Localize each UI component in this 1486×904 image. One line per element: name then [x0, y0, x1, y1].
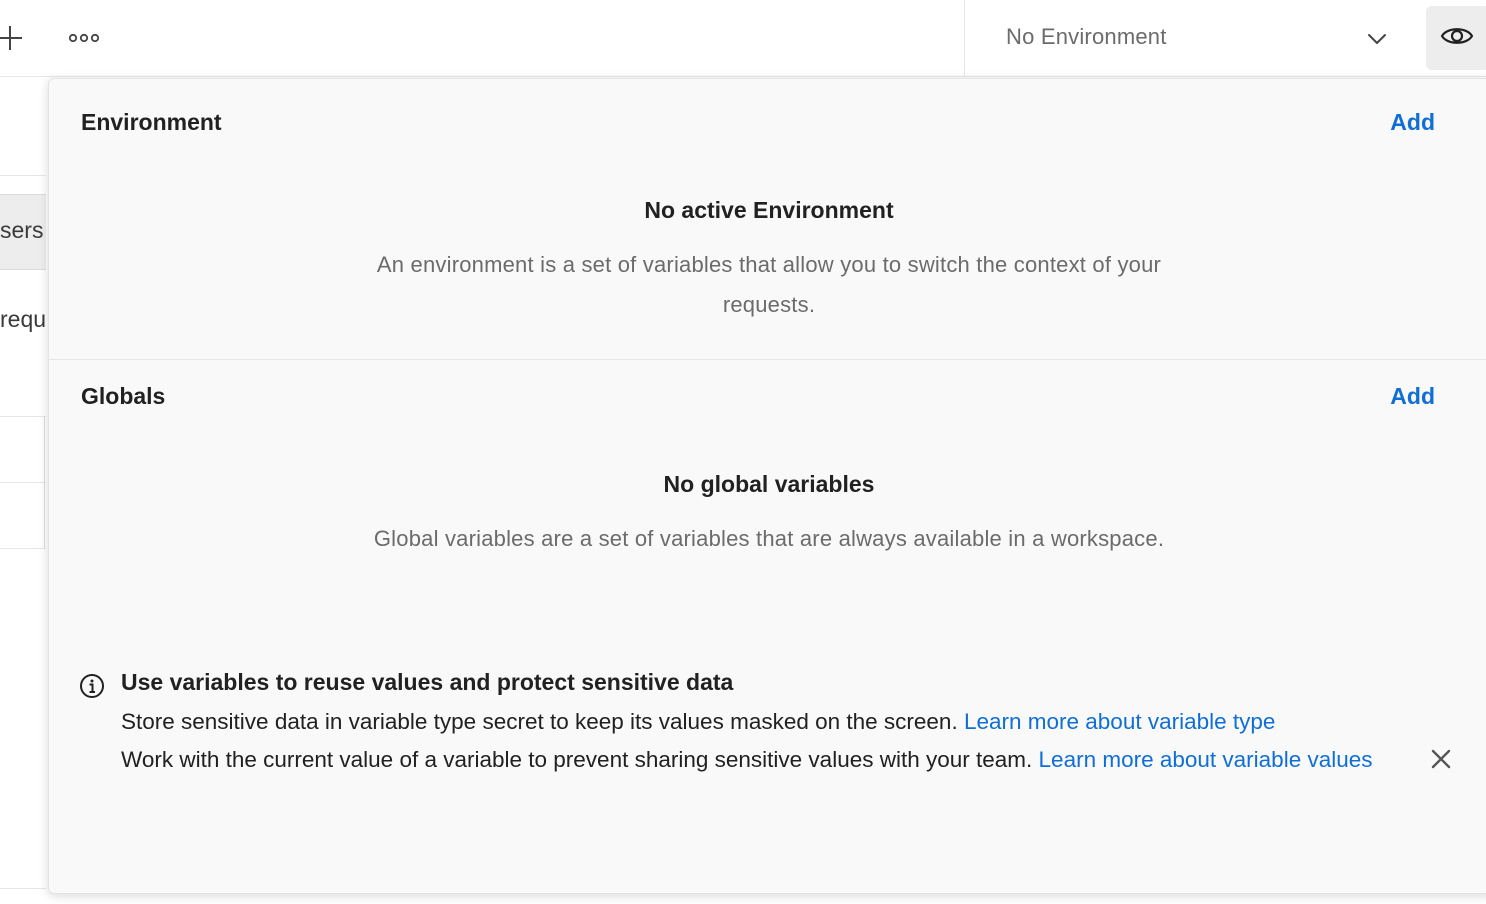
- globals-empty-description: Global variables are a set of variables …: [373, 526, 1165, 551]
- environment-quick-look-panel: Environment Add No active Environment An…: [48, 78, 1486, 894]
- more-horizontal-icon[interactable]: [68, 30, 100, 46]
- info-banner-text: Store sensitive data in variable type se…: [121, 709, 958, 734]
- background-divider: [0, 175, 46, 176]
- info-banner-line: Store sensitive data in variable type se…: [121, 703, 1411, 741]
- info-icon: [80, 674, 104, 698]
- chevron-down-icon: [1368, 34, 1386, 44]
- background-tab-label: sers: [0, 217, 44, 243]
- top-bar: No Environment: [0, 0, 1486, 77]
- learn-more-variable-type-link[interactable]: Learn more about variable type: [964, 709, 1275, 734]
- background-divider: [44, 416, 45, 548]
- background-divider: [0, 548, 46, 549]
- environment-divider: [964, 0, 965, 77]
- learn-more-variable-values-link[interactable]: Learn more about variable values: [1039, 747, 1373, 772]
- plus-icon[interactable]: [0, 26, 24, 50]
- info-banner-line: Work with the current value of a variabl…: [121, 741, 1411, 779]
- section-divider: [49, 359, 1486, 360]
- globals-section-title: Globals: [81, 383, 166, 409]
- add-environment-link[interactable]: Add: [1390, 109, 1435, 136]
- globals-empty-title: No global variables: [663, 471, 875, 497]
- background-divider: [0, 416, 46, 417]
- environment-selector-value: No Environment: [1006, 24, 1167, 49]
- close-icon[interactable]: [1429, 747, 1453, 771]
- info-banner-body: Store sensitive data in variable type se…: [121, 703, 1411, 779]
- info-banner-title: Use variables to reuse values and protec…: [121, 669, 734, 695]
- environment-section-title: Environment: [81, 109, 222, 135]
- background-text: requ: [0, 306, 47, 332]
- background-divider: [0, 888, 46, 889]
- environment-empty-title: No active Environment: [644, 197, 894, 223]
- info-banner-text: Work with the current value of a variabl…: [121, 747, 1033, 772]
- environment-selector[interactable]: No Environment: [966, 0, 1414, 77]
- add-global-link[interactable]: Add: [1390, 383, 1435, 410]
- environment-empty-description: An environment is a set of variables tha…: [376, 252, 1162, 317]
- eye-icon: [1440, 28, 1474, 44]
- background-divider: [0, 482, 46, 483]
- background-tab[interactable]: sers: [0, 194, 46, 270]
- environment-quick-look-button[interactable]: [1426, 6, 1486, 70]
